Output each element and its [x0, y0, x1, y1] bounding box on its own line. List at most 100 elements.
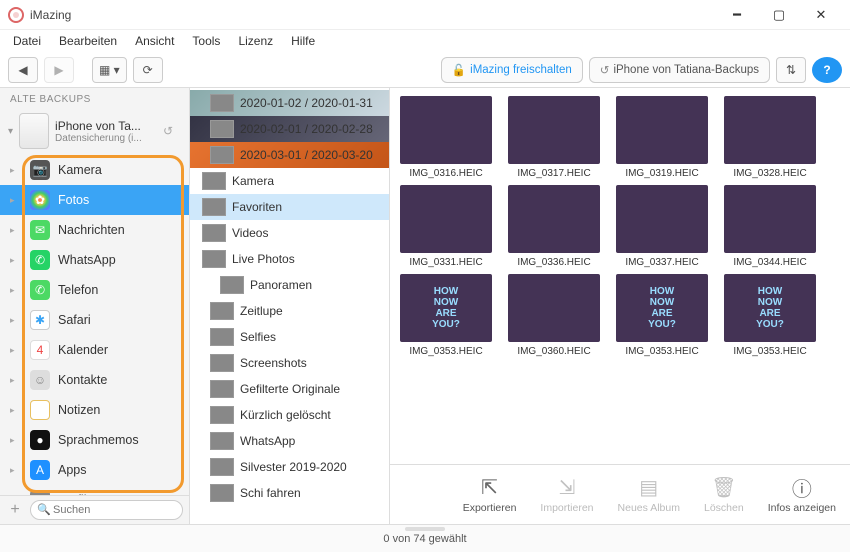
- tree-item[interactable]: Selfies: [190, 324, 389, 350]
- sidebar-item-photos[interactable]: ▸✿Fotos: [0, 185, 189, 215]
- menu-bearbeiten[interactable]: Bearbeiten: [52, 32, 124, 50]
- action-export-button[interactable]: ⇱Exportieren: [463, 475, 517, 514]
- nav-forward-button[interactable]: ▶: [44, 57, 74, 83]
- tree-item-label: WhatsApp: [240, 434, 295, 448]
- photo-item[interactable]: IMG_0336.HEIC: [504, 185, 604, 268]
- menu-datei[interactable]: Datei: [6, 32, 48, 50]
- photo-thumbnail: [508, 96, 600, 164]
- tree-item[interactable]: 2020-03-01 / 2020-03-20: [190, 142, 389, 168]
- photo-item[interactable]: IMG_0344.HEIC: [720, 185, 820, 268]
- menu-tools[interactable]: Tools: [185, 32, 227, 50]
- photo-thumbnail: [724, 185, 816, 253]
- tree-item[interactable]: Favoriten: [190, 194, 389, 220]
- tree-item[interactable]: Zeitlupe: [190, 298, 389, 324]
- sidebar-item-phone[interactable]: ▸✆Telefon: [0, 275, 189, 305]
- tree-item[interactable]: Live Photos: [190, 246, 389, 272]
- voicememos-icon: ●: [30, 430, 50, 450]
- view-mode-button[interactable]: ▦ ▾: [92, 57, 127, 83]
- whatsapp-icon: ✆: [30, 250, 50, 270]
- search-input[interactable]: [30, 500, 183, 520]
- action-delete-button[interactable]: 🗑Löschen: [704, 475, 744, 514]
- tree-item[interactable]: Schi fahren: [190, 480, 389, 506]
- drag-handle-icon[interactable]: [405, 527, 445, 531]
- chevron-right-icon: ▸: [10, 405, 15, 416]
- sidebar-list: ▸📷Kamera▸✿Fotos▸✉Nachrichten ▸ ✆ WhatsApp ▸✆…: [0, 155, 189, 495]
- photo-grid[interactable]: IMG_0316.HEICIMG_0317.HEICIMG_0319.HEICI…: [390, 88, 850, 464]
- sidebar-item-messages[interactable]: ▸✉Nachrichten: [0, 215, 189, 245]
- history-icon[interactable]: ↺: [163, 124, 181, 138]
- add-button[interactable]: +: [6, 501, 24, 519]
- photo-item[interactable]: IMG_0331.HEIC: [396, 185, 496, 268]
- photo-item[interactable]: IMG_0319.HEIC: [612, 96, 712, 179]
- tree-item[interactable]: Kürzlich gelöscht: [190, 402, 389, 428]
- sidebar-item-label: WhatsApp: [58, 253, 116, 267]
- sidebar-item-safari[interactable]: ▸✱Safari: [0, 305, 189, 335]
- sidebar-item-calendar[interactable]: ▸4Kalender: [0, 335, 189, 365]
- photo-thumbnail: HOWNOWAREYOU?: [400, 274, 492, 342]
- action-new-album-button[interactable]: ▤Neues Album: [618, 475, 680, 514]
- tree-item[interactable]: Videos: [190, 220, 389, 246]
- tree-item[interactable]: 2020-01-02 / 2020-01-31: [190, 90, 389, 116]
- chevron-right-icon: ▸: [10, 465, 15, 476]
- help-button[interactable]: ?: [812, 57, 842, 83]
- category-tree[interactable]: 2020-01-02 / 2020-01-312020-02-01 / 2020…: [190, 88, 390, 524]
- photo-item[interactable]: HOWNOWAREYOU?IMG_0353.HEIC: [720, 274, 820, 357]
- apps-icon: A: [30, 460, 50, 480]
- sidebar-item-label: Safari: [58, 313, 91, 327]
- tree-item[interactable]: Screenshots: [190, 350, 389, 376]
- tree-item[interactable]: 2020-02-01 / 2020-02-28: [190, 116, 389, 142]
- device-row[interactable]: ▾ iPhone von Ta... Datensicherung (i... …: [0, 107, 189, 155]
- window-minimize-button[interactable]: ━: [716, 1, 758, 29]
- sidebar-item-camera[interactable]: ▸📷Kamera: [0, 155, 189, 185]
- unlock-button[interactable]: 🔓 iMazing freischalten: [441, 57, 583, 83]
- menu-hilfe[interactable]: Hilfe: [284, 32, 322, 50]
- window-maximize-button[interactable]: ▢: [758, 1, 800, 29]
- photo-item[interactable]: IMG_0360.HEIC: [504, 274, 604, 357]
- photo-thumbnail: [724, 96, 816, 164]
- photo-thumbnail: HOWNOWAREYOU?: [724, 274, 816, 342]
- sidebar-item-profile[interactable]: ▸⚙Profile: [0, 485, 189, 495]
- tree-item-label: Zeitlupe: [240, 304, 283, 318]
- action-info-button[interactable]: ⓘInfos anzeigen: [768, 475, 836, 514]
- device-icon: [19, 113, 49, 149]
- photo-item[interactable]: HOWNOWAREYOU?IMG_0353.HEIC: [396, 274, 496, 357]
- photo-item[interactable]: IMG_0317.HEIC: [504, 96, 604, 179]
- sidebar-item-notes[interactable]: ▸ Notizen: [0, 395, 189, 425]
- info-icon: ⓘ: [788, 475, 816, 499]
- action-label: Löschen: [704, 502, 744, 514]
- photo-filename: IMG_0353.HEIC: [612, 346, 712, 357]
- toolbar: ◀ ▶ ▦ ▾ ⟳ 🔓 iMazing freischalten ↺ iPhon…: [0, 52, 850, 88]
- tree-item[interactable]: Kamera: [190, 168, 389, 194]
- photo-item[interactable]: IMG_0328.HEIC: [720, 96, 820, 179]
- tree-item[interactable]: WhatsApp: [190, 428, 389, 454]
- thumbnail-icon: [202, 224, 226, 242]
- photo-item[interactable]: IMG_0337.HEIC: [612, 185, 712, 268]
- tree-item[interactable]: Gefilterte Originale: [190, 376, 389, 402]
- chevron-right-icon: ▸: [10, 165, 15, 176]
- nav-back-button[interactable]: ◀: [8, 57, 38, 83]
- tree-item-label: Live Photos: [232, 252, 295, 266]
- photo-filename: IMG_0337.HEIC: [612, 257, 712, 268]
- sidebar-item-label: Notizen: [58, 403, 100, 417]
- chevron-right-icon: ▸: [10, 495, 15, 496]
- sidebar-item-whatsapp[interactable]: ▸✆WhatsApp: [0, 245, 189, 275]
- chevron-right-icon: ▸: [10, 195, 15, 206]
- sidebar-item-voicememos[interactable]: ▸●Sprachmemos: [0, 425, 189, 455]
- action-bar: ⇱Exportieren ⇲Importieren ▤Neues Album 🗑Lös…: [390, 464, 850, 524]
- tree-item[interactable]: Silvester 2019-2020: [190, 454, 389, 480]
- menu-ansicht[interactable]: Ansicht: [128, 32, 181, 50]
- photo-item[interactable]: HOWNOWAREYOU?IMG_0353.HEIC: [612, 274, 712, 357]
- action-label: Neues Album: [618, 502, 680, 514]
- sidebar-item-apps[interactable]: ▸AApps: [0, 455, 189, 485]
- thumbnail-icon: [210, 120, 234, 138]
- thumbnail-icon: [210, 406, 234, 424]
- action-import-button[interactable]: ⇲Importieren: [540, 475, 593, 514]
- sidebar-item-contacts[interactable]: ▸☺Kontakte: [0, 365, 189, 395]
- tree-item[interactable]: Panoramen: [190, 272, 389, 298]
- device-backup-button[interactable]: ↺ iPhone von Tatiana-Backups: [589, 57, 770, 83]
- window-close-button[interactable]: ✕: [800, 1, 842, 29]
- menu-lizenz[interactable]: Lizenz: [231, 32, 280, 50]
- photo-item[interactable]: IMG_0316.HEIC: [396, 96, 496, 179]
- transfer-button[interactable]: ⇅: [776, 57, 806, 83]
- refresh-button[interactable]: ⟳: [133, 57, 163, 83]
